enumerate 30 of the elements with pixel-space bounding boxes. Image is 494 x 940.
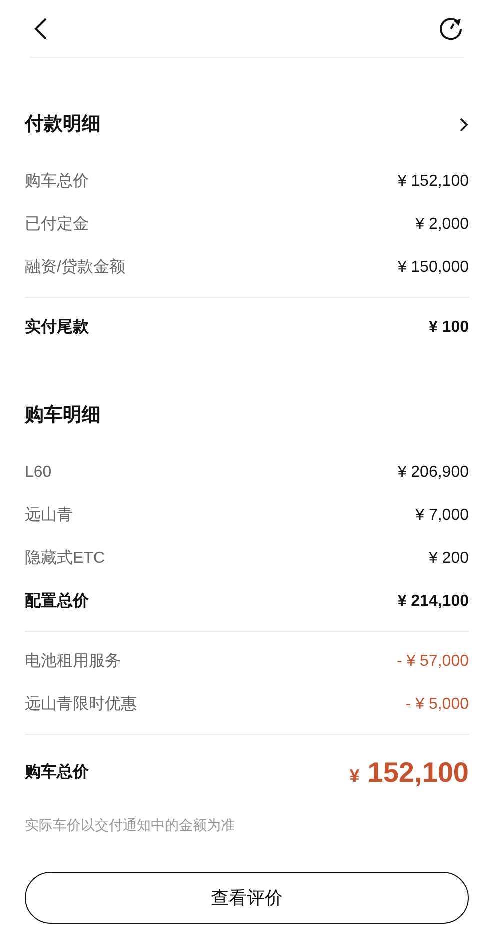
disclaimer-text: 实际车价以交付通知中的金额为准 [25, 816, 236, 835]
item-price: ¥ 200 [428, 548, 469, 568]
section-title: 购车明细 [25, 404, 101, 428]
total-label: 实付尾款 [25, 317, 89, 338]
item-label: 已付定金 [25, 214, 89, 234]
item-price: ¥ 152,100 [398, 172, 469, 192]
item-label: L60 [25, 462, 52, 482]
item-label: 购车总价 [25, 172, 89, 192]
back-icon[interactable] [34, 16, 48, 40]
total-price: ¥ 100 [428, 318, 469, 338]
discount-label: 远山青限时优惠 [25, 694, 137, 714]
item-price: ¥ 7,000 [416, 506, 469, 526]
currency-sign: ¥ [350, 765, 360, 788]
total-price: ¥ 214,100 [398, 592, 469, 612]
grand-total-label: 购车总价 [25, 762, 89, 783]
discount-amount: - ¥ 57,000 [396, 652, 469, 672]
item-label: 融资/贷款金额 [25, 258, 126, 278]
item-price: ¥ 150,000 [398, 258, 469, 278]
refresh-icon[interactable] [438, 16, 464, 42]
chevron-right-icon[interactable] [459, 117, 469, 133]
item-label: 隐藏式ETC [25, 548, 105, 568]
discount-amount: - ¥ 5,000 [406, 694, 469, 714]
section-title: 付款明细 [25, 112, 101, 137]
item-price: ¥ 206,900 [398, 462, 469, 482]
item-label: 远山青 [25, 506, 73, 526]
view-reviews-button[interactable]: 查看评价 [25, 872, 469, 924]
item-price: ¥ 2,000 [416, 214, 469, 234]
grand-total-price: 152,100 [368, 756, 469, 790]
discount-label: 电池租用服务 [25, 652, 121, 672]
total-label: 配置总价 [25, 592, 89, 612]
